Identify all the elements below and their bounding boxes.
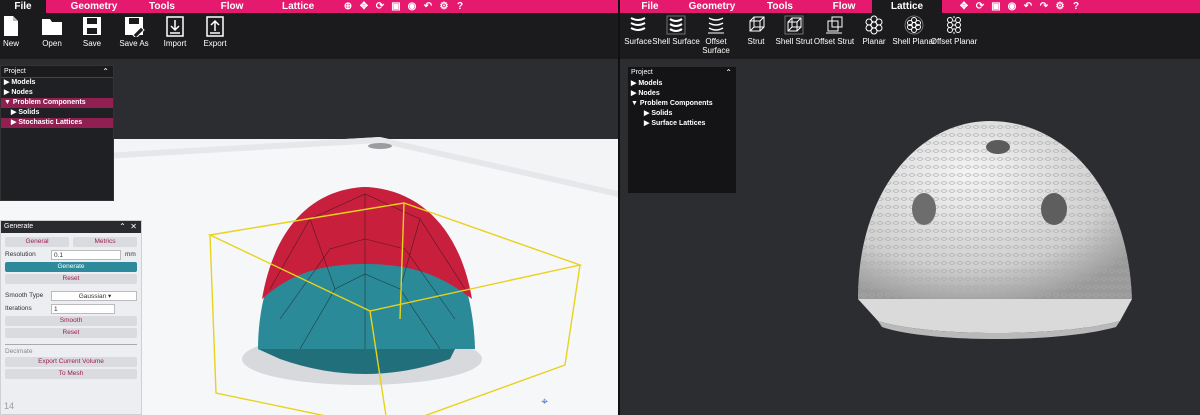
dome-render <box>858 121 1132 339</box>
cursor-icon: ⌖ <box>541 394 548 408</box>
left-screenshot: File Geometry Tools Flow Lattice ⊕ ✥ ⟳ ▣… <box>0 0 618 415</box>
to-mesh-button[interactable]: To Mesh <box>5 369 137 379</box>
refresh-icon[interactable]: ⟳ <box>974 1 986 12</box>
move-icon[interactable]: ✥ <box>358 1 370 12</box>
tab-metrics[interactable]: Metrics <box>73 237 137 247</box>
iterations-input[interactable]: 1 <box>51 303 115 314</box>
offset-strut-icon <box>826 16 843 34</box>
tree-item-models[interactable]: ▶ Models <box>1 78 113 88</box>
smooth-button[interactable]: Smooth <box>5 316 137 326</box>
move-icon[interactable]: ✥ <box>958 1 970 12</box>
left-menubar: File Geometry Tools Flow Lattice ⊕ ✥ ⟳ ▣… <box>0 0 618 13</box>
frame-icon[interactable]: ▣ <box>990 1 1002 12</box>
menubar-icons: ✥ ⟳ ▣ ◉ ↶ ↷ ⚙ ? <box>958 1 1082 12</box>
planar-icon <box>865 15 883 35</box>
eye-icon[interactable]: ◉ <box>1006 1 1018 12</box>
tab-general[interactable]: General <box>5 237 69 247</box>
shell-strut-icon <box>784 15 804 35</box>
save-icon <box>83 17 101 35</box>
smooth-type-row: Smooth Type Gaussian ▾ <box>5 290 137 301</box>
new-file-icon <box>4 16 18 36</box>
help-icon[interactable]: ? <box>454 1 466 12</box>
refresh-icon[interactable]: ⟳ <box>374 1 386 12</box>
menubar-icons: ⊕ ✥ ⟳ ▣ ◉ ↶ ⚙ ? <box>342 1 466 12</box>
frame-counter: 14 <box>4 401 15 411</box>
export-button[interactable]: Export <box>191 15 239 48</box>
generate-panel: Generate ⌃ ✕ General Metrics Resolution … <box>0 220 142 415</box>
generate-panel-header: Generate ⌃ ✕ <box>1 221 141 233</box>
menu-lattice[interactable]: Lattice <box>282 0 314 13</box>
resolution-input[interactable]: 0.1 <box>51 249 121 260</box>
lattice-toolbar: Surface Shell Surface Offset Surface Str… <box>620 13 1200 59</box>
tree-item-solids[interactable]: ▶ Solids <box>1 108 113 118</box>
project-panel: Project ⌃ ▶ Models ▶ Nodes ▼ Problem Com… <box>0 65 114 201</box>
close-icon[interactable]: ✕ <box>130 222 137 231</box>
export-volume-button[interactable]: Export Current Volume <box>5 357 137 367</box>
strut-icon <box>749 16 765 32</box>
generate-tabs: General Metrics <box>5 237 137 247</box>
right-menubar: File Geometry Tools Flow Lattice ✥ ⟳ ▣ ◉… <box>620 0 1200 13</box>
menu-tools[interactable]: Tools <box>744 0 816 13</box>
offset-planar-icon <box>947 16 961 34</box>
left-toolbar: New Open Save Save As Import Export <box>0 13 618 59</box>
smooth-type-select[interactable]: Gaussian ▾ <box>51 290 137 301</box>
iterations-row: Iterations 1 <box>5 303 137 314</box>
gear-icon[interactable]: ⚙ <box>438 1 450 12</box>
shell-surface-icon <box>666 15 686 35</box>
right-screenshot: File Geometry Tools Flow Lattice ✥ ⟳ ▣ ◉… <box>620 0 1200 415</box>
reset-smooth-button[interactable]: Reset <box>5 328 137 338</box>
project-tree: ▶ Models ▶ Nodes ▼ Problem Components ▶ … <box>1 78 113 128</box>
eye-icon[interactable]: ◉ <box>406 1 418 12</box>
tree-item-nodes[interactable]: ▶ Nodes <box>1 88 113 98</box>
surface-icon <box>630 17 646 31</box>
undo-icon[interactable]: ↶ <box>422 1 434 12</box>
chevron-down-icon: ▾ <box>108 292 112 300</box>
frame-icon[interactable]: ▣ <box>390 1 402 12</box>
undo-icon[interactable]: ↶ <box>1022 1 1034 12</box>
decimate-row: Decimate <box>5 344 137 355</box>
tree-item-stochastic-lattices[interactable]: ▶ Stochastic Lattices <box>1 118 113 128</box>
import-icon <box>166 16 184 37</box>
menu-flow[interactable]: Flow <box>816 0 872 13</box>
globe-icon[interactable]: ⊕ <box>342 1 354 12</box>
offset-planar-button[interactable]: Offset Planar <box>930 15 978 46</box>
export-icon <box>206 16 224 37</box>
resolution-row: Resolution 0.1 mm <box>5 249 136 260</box>
tree-item-problem-components[interactable]: ▼ Problem Components <box>1 98 113 108</box>
chevron-up-icon[interactable]: ⌃ <box>102 66 109 78</box>
help-icon[interactable]: ? <box>1070 1 1082 12</box>
shell-planar-icon <box>904 15 924 35</box>
menu-flow[interactable]: Flow <box>182 0 282 13</box>
right-viewport[interactable]: Project ⌃ ▶ Models ▶ Nodes ▼ Problem Com… <box>620 59 1200 415</box>
offset-surface-icon <box>708 17 724 34</box>
menu-file[interactable]: File <box>620 0 680 13</box>
menu-geometry[interactable]: Geometry <box>680 0 744 13</box>
save-as-icon <box>125 17 145 37</box>
menu-geometry[interactable]: Geometry <box>46 0 142 13</box>
menu-tools[interactable]: Tools <box>142 0 182 13</box>
folder-icon <box>42 19 62 35</box>
menu-lattice[interactable]: Lattice <box>872 0 942 13</box>
generate-button[interactable]: Generate <box>5 262 137 272</box>
chevron-up-icon[interactable]: ⌃ <box>119 222 126 231</box>
menu-file[interactable]: File <box>0 0 46 13</box>
left-viewport[interactable]: Project ⌃ ▶ Models ▶ Nodes ▼ Problem Com… <box>0 59 618 415</box>
gear-icon[interactable]: ⚙ <box>1054 1 1066 12</box>
reset-button[interactable]: Reset <box>5 274 137 284</box>
save-button[interactable]: Save <box>68 15 116 48</box>
project-panel-header: Project ⌃ <box>1 66 113 78</box>
redo-icon[interactable]: ↷ <box>1038 1 1050 12</box>
